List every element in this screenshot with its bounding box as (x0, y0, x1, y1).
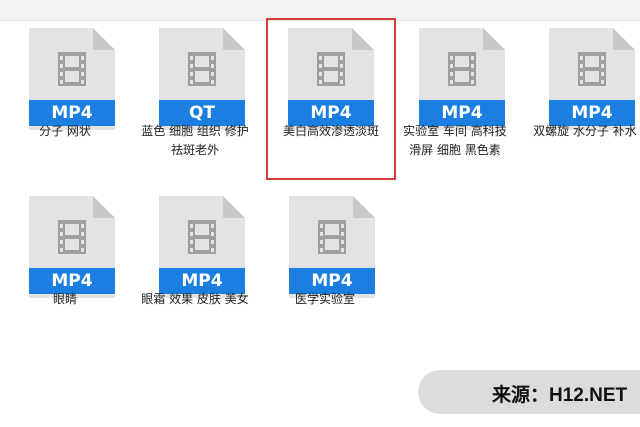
file-name: 眼睛 (52, 292, 77, 306)
file-name: 美白高效渗透淡斑 (282, 124, 379, 138)
file-item-4[interactable]: MP4 实验室 车间 高科技 滑屏 细胞 黑色素 (390, 18, 520, 188)
file-name: 分子 网状 (39, 124, 91, 138)
video-file-icon: MP4 (29, 196, 115, 298)
video-file-icon: MP4 (29, 28, 115, 130)
source-watermark: 来源：H12.NET (418, 370, 640, 414)
watermark-text: 来源：H12.NET (492, 385, 628, 406)
video-file-icon: MP4 (549, 28, 635, 130)
file-name: 蓝色 细胞 组织 修护 祛斑老外 (141, 124, 249, 157)
file-item-1[interactable]: MP4 分子 网状 (0, 18, 130, 188)
file-name: 医学实验室 (294, 292, 355, 306)
video-file-icon: QT (159, 28, 245, 130)
file-name: 双螺旋 水分子 补水 (533, 124, 637, 138)
file-item-6[interactable]: MP4 眼睛 (0, 186, 130, 356)
file-item-2[interactable]: QT 蓝色 细胞 组织 修护 祛斑老外 (130, 18, 260, 188)
video-file-icon: MP4 (289, 196, 375, 298)
file-name: 眼霜 效果 皮肤 美女 (141, 292, 249, 306)
file-item-7[interactable]: MP4 眼霜 效果 皮肤 美女 (130, 186, 260, 356)
file-item-3[interactable]: MP4 美白高效渗透淡斑 (266, 18, 396, 180)
file-name: 实验室 车间 高科技 滑屏 细胞 黑色素 (403, 124, 507, 157)
video-file-icon: MP4 (419, 28, 505, 130)
video-file-icon: MP4 (288, 28, 374, 130)
file-item-8[interactable]: MP4 医学实验室 (260, 186, 390, 356)
video-file-icon: MP4 (159, 196, 245, 298)
file-item-5[interactable]: MP4 双螺旋 水分子 补水 (520, 18, 640, 188)
